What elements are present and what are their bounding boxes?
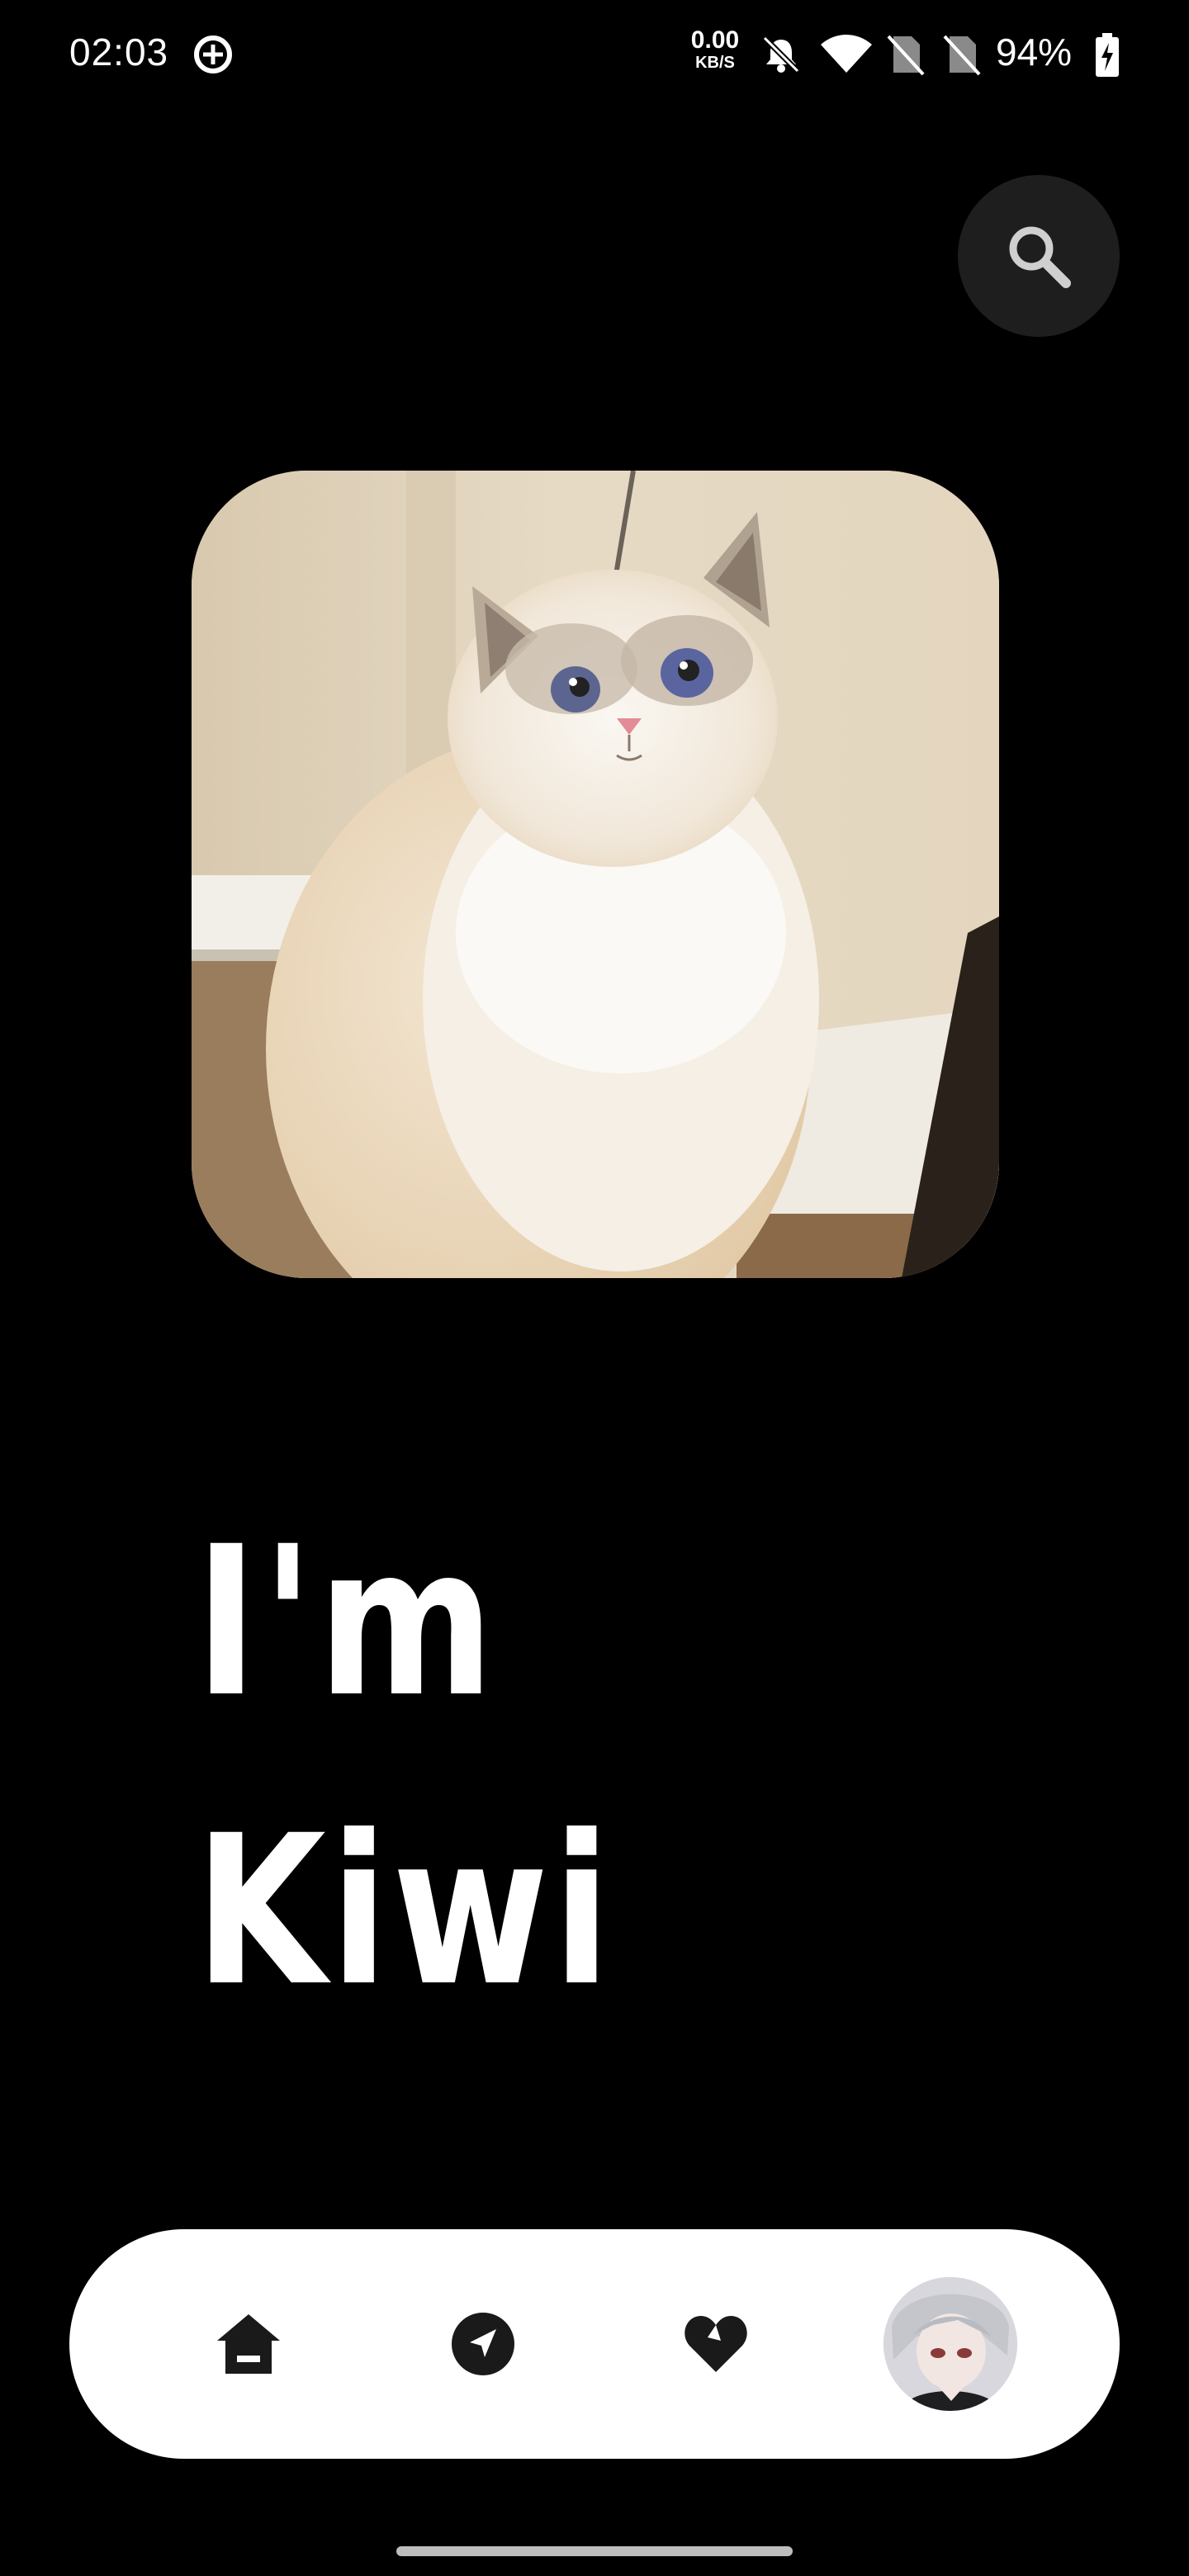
profile-avatar[interactable] (883, 2277, 1017, 2411)
home-icon (217, 2314, 280, 2374)
bell-off-icon (762, 36, 800, 73)
bottom-navigation (69, 2229, 1120, 2459)
title-line-2: Kiwi (195, 1791, 615, 2031)
avatar-illustration (883, 2277, 1017, 2411)
no-sim-icon (887, 35, 925, 76)
network-speed-value: 0.00 (690, 26, 740, 54)
cat-illustration (192, 471, 999, 1278)
nav-home-button[interactable] (195, 2229, 302, 2459)
battery-percent: 94% (996, 31, 1073, 73)
nav-explore-button[interactable] (429, 2229, 537, 2459)
search-button[interactable] (958, 175, 1120, 337)
no-sim-icon (943, 35, 981, 76)
title-line-1: I'm (195, 1502, 499, 1742)
network-speed-unit: KB/S (695, 54, 735, 72)
navigation-icon (452, 2313, 514, 2375)
network-speed: 0.00 KB/S (689, 26, 741, 72)
wifi-icon (821, 35, 872, 73)
cat-photo (192, 471, 999, 1278)
search-icon (1009, 226, 1071, 288)
heart-icon (685, 2316, 747, 2372)
nav-favorites-button[interactable] (662, 2229, 770, 2459)
page-title: I'm Kiwi (195, 1478, 614, 2056)
status-time: 02:03 (69, 31, 169, 73)
battery-charging-icon (1096, 33, 1119, 77)
data-saver-icon (194, 36, 232, 73)
status-bar: 02:03 0.00 KB/S 94% (0, 0, 1189, 107)
home-indicator[interactable] (396, 2546, 793, 2556)
